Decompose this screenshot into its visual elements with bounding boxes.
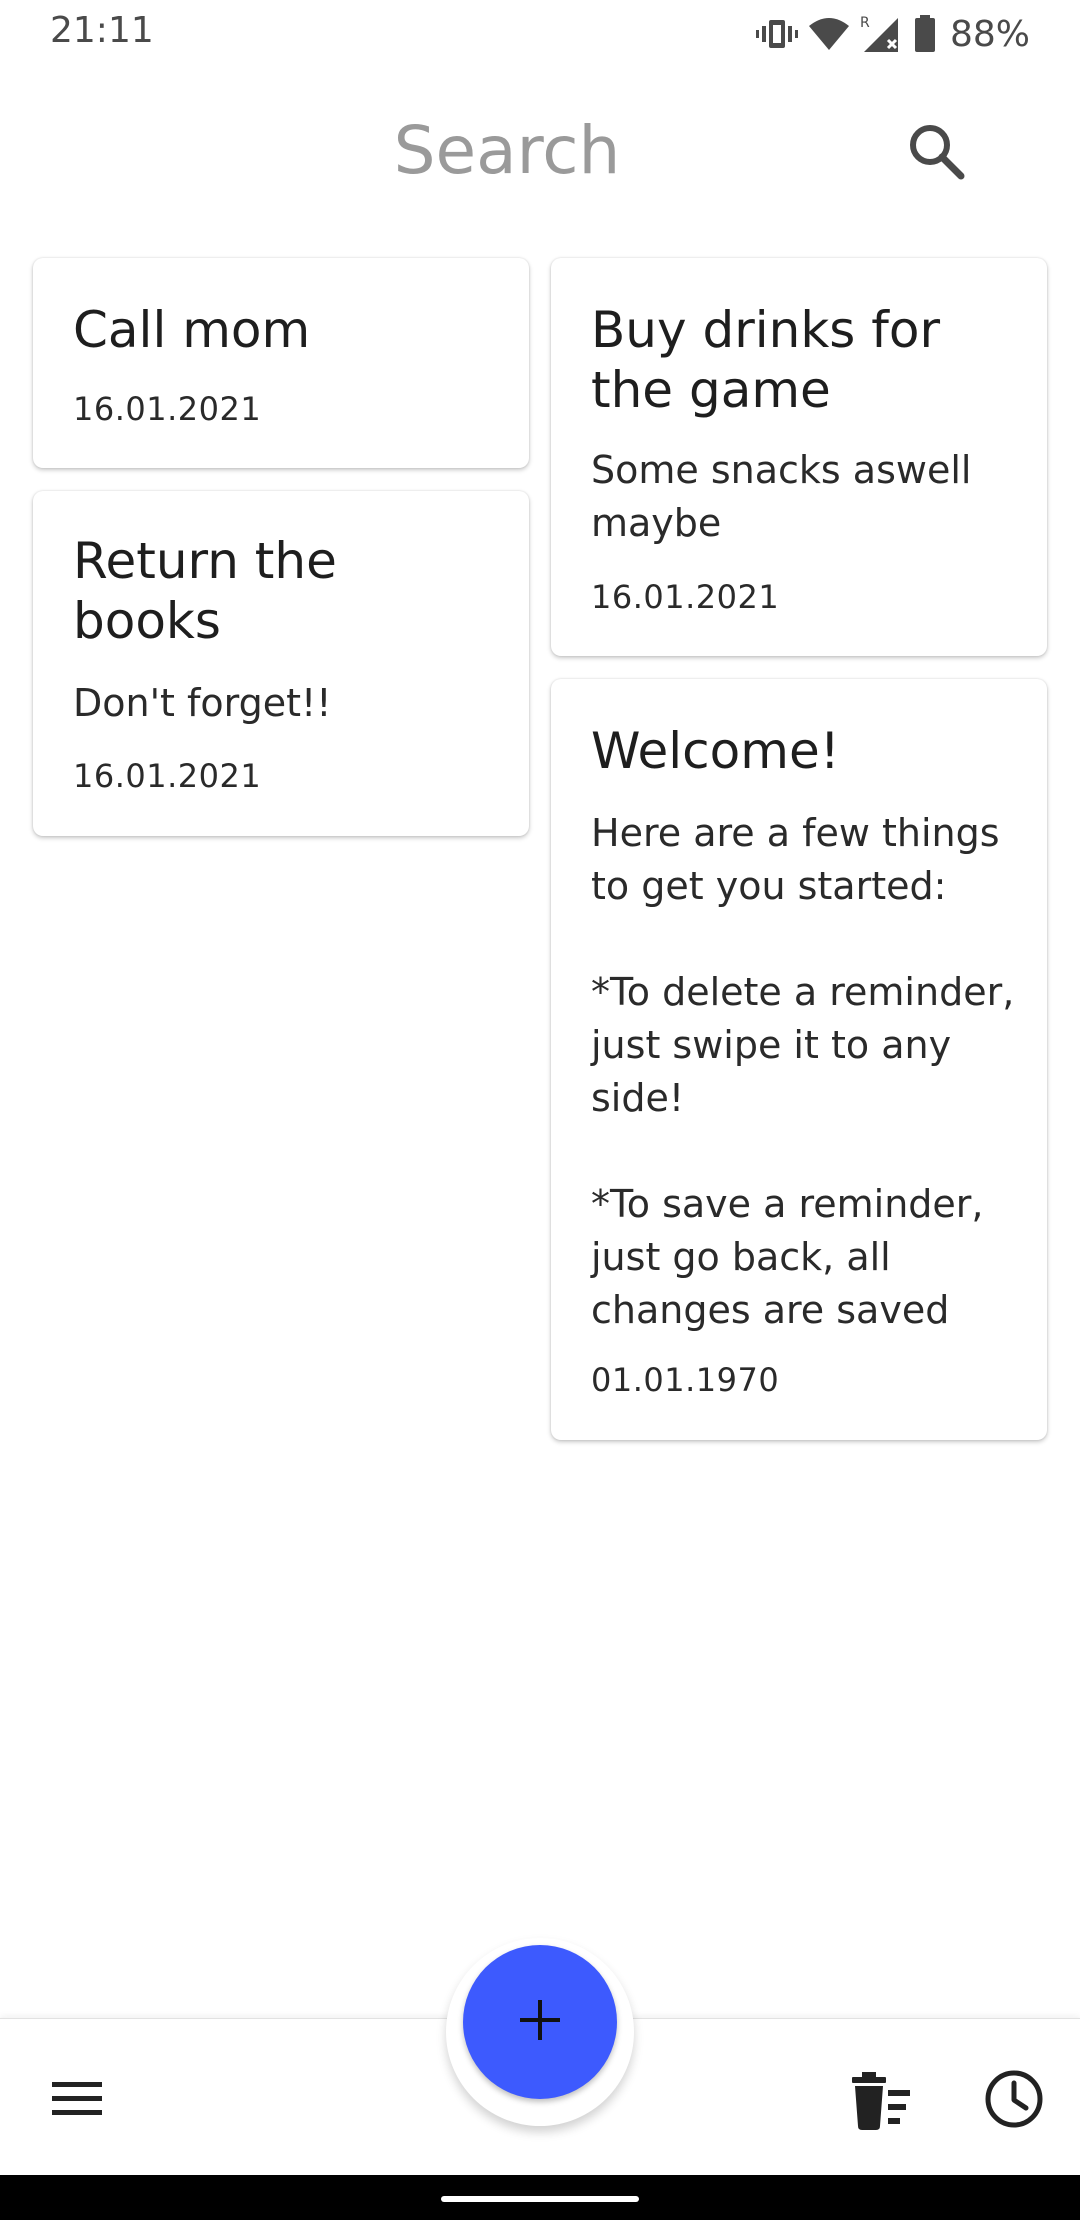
reminder-title: Call mom	[73, 301, 311, 359]
menu-icon	[48, 2082, 106, 2132]
deleted-reminders-button[interactable]	[848, 2068, 914, 2134]
signal-roaming-icon: R	[860, 14, 904, 54]
reminder-times-button[interactable]	[983, 2068, 1045, 2130]
reminder-date: 16.01.2021	[591, 578, 780, 616]
svg-text:R: R	[860, 15, 870, 31]
reminder-body: Don't forget!!	[73, 681, 332, 725]
reminder-date: 01.01.1970	[591, 1361, 780, 1399]
vibrate-icon	[755, 16, 798, 52]
reminder-card[interactable]: Call mom 16.01.2021	[33, 258, 529, 468]
search-button[interactable]	[905, 120, 971, 186]
menu-button[interactable]	[48, 2070, 106, 2128]
status-time: 21:11	[50, 10, 154, 51]
reminder-body: Some snacks aswell maybe	[591, 448, 972, 545]
wifi-icon	[808, 16, 850, 52]
clock-icon	[983, 2070, 1045, 2134]
search-title[interactable]: Search	[0, 112, 1014, 189]
status-bar: 21:11 R 88%	[0, 0, 1080, 68]
app-screen: 21:11 R 88% Search Call mom 16.01.2021 R…	[0, 0, 1080, 2220]
plus-icon	[518, 1998, 562, 2046]
add-reminder-button[interactable]	[463, 1945, 617, 2099]
search-icon	[905, 125, 971, 190]
status-icons: R 88%	[755, 8, 1030, 60]
reminder-body: Here are a few things to get you started…	[591, 811, 1015, 1332]
reminder-date: 16.01.2021	[73, 757, 262, 795]
reminder-date: 16.01.2021	[73, 390, 262, 428]
reminder-title: Welcome!	[591, 722, 840, 780]
reminder-card[interactable]: Return the books Don't forget!! 16.01.20…	[33, 491, 529, 836]
battery-percent: 88%	[949, 13, 1030, 55]
reminder-card[interactable]: Buy drinks for the game Some snacks aswe…	[551, 258, 1047, 656]
reminder-title: Return the books	[73, 532, 337, 650]
battery-icon	[914, 15, 936, 53]
reminder-title: Buy drinks for the game	[591, 301, 940, 419]
gesture-handle[interactable]	[441, 2196, 639, 2202]
delete-sweep-icon	[848, 2072, 914, 2138]
reminder-card[interactable]: Welcome! Here are a few things to get yo…	[551, 679, 1047, 1440]
